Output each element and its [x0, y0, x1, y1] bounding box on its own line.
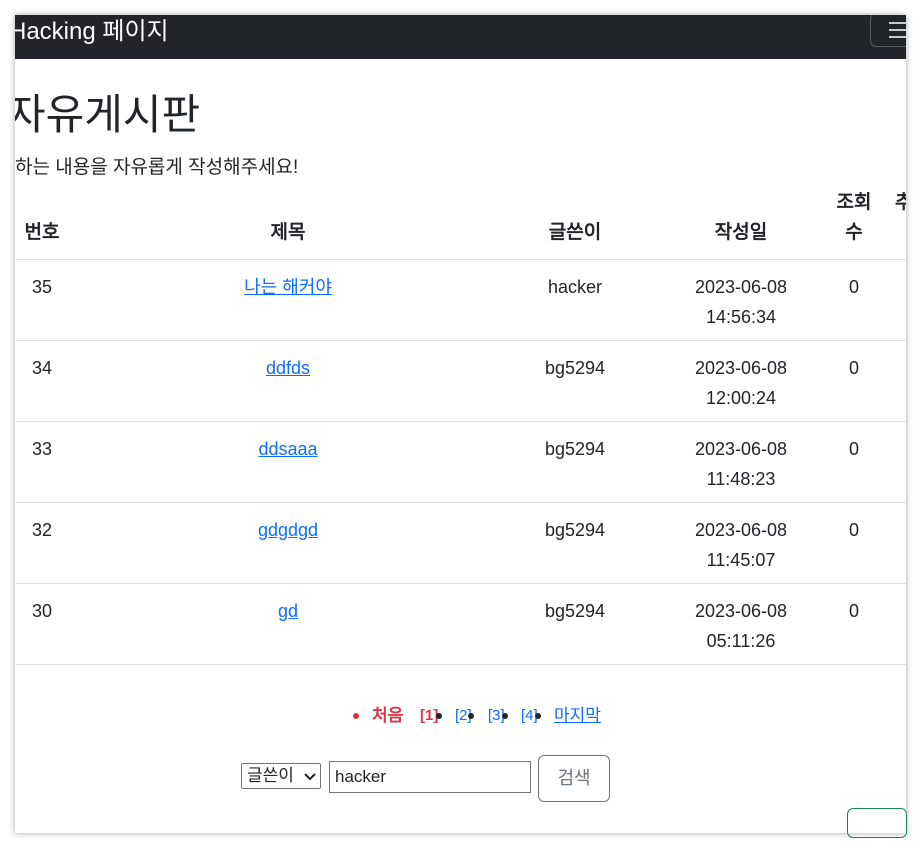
row-number: 35	[31, 277, 53, 297]
pagination-last[interactable]: 마지막	[554, 702, 601, 730]
navbar-brand[interactable]: Hacking 페이지	[15, 15, 169, 46]
row-date-day: 2023-06-08	[694, 358, 788, 378]
row-views: 0	[848, 520, 859, 540]
row-number: 32	[31, 520, 53, 540]
row-views: 0	[848, 439, 859, 459]
header-extra: 추	[895, 192, 906, 213]
header-title: 제목	[270, 222, 306, 243]
row-date: 2023-06-08 14:56:34	[661, 272, 821, 332]
row-title-cell: 나는 해커야	[188, 272, 388, 302]
search-button[interactable]: 검색	[538, 755, 610, 802]
row-date-time: 11:45:07	[706, 550, 776, 570]
row-date-day: 2023-06-08	[694, 520, 788, 540]
post-title-link[interactable]: gdgdgd	[258, 520, 318, 540]
header-author: 글쓴이	[548, 222, 602, 243]
menu-toggle-button[interactable]	[870, 15, 906, 47]
row-date: 2023-06-08 12:00:24	[661, 353, 821, 413]
row-date-time: 11:48:23	[706, 469, 776, 489]
search-field-select[interactable]: 글쓴이	[241, 763, 321, 789]
post-title-link[interactable]: gd	[278, 601, 298, 621]
partial-corner-button[interactable]	[847, 808, 907, 838]
bullet-icon	[353, 713, 359, 719]
row-title-cell: gd	[188, 596, 388, 626]
table-row: 35 나는 해커야 hacker 2023-06-08 14:56:34 0	[15, 260, 906, 341]
navbar: Hacking 페이지	[15, 15, 906, 59]
row-views: 0	[848, 358, 859, 378]
table-row: 34 ddfds bg5294 2023-06-08 12:00:24 0	[15, 341, 906, 422]
row-date-day: 2023-06-08	[694, 277, 788, 297]
row-date: 2023-06-08 11:45:07	[661, 515, 821, 575]
bullet-icon	[436, 713, 442, 719]
row-date: 2023-06-08 05:11:26	[661, 596, 821, 656]
header-views: 조회 수	[824, 188, 884, 248]
row-views: 0	[848, 601, 859, 621]
row-number: 34	[31, 358, 53, 378]
row-number: 33	[31, 439, 53, 459]
browser-viewport: Hacking 페이지 자유게시판 하는 내용을 자유롭게 작성해주세요! 번호…	[15, 15, 906, 833]
row-author: bg5294	[544, 601, 606, 621]
bullet-icon	[468, 713, 474, 719]
row-date: 2023-06-08 11:48:23	[661, 434, 821, 494]
table-row: 32 gdgdgd bg5294 2023-06-08 11:45:07 0	[15, 503, 906, 584]
row-date-time: 05:11:26	[706, 631, 776, 651]
header-date: 작성일	[714, 222, 768, 243]
pagination-first[interactable]: 처음	[372, 702, 403, 730]
bullet-icon	[502, 713, 508, 719]
page-title: 자유게시판	[15, 91, 201, 138]
search-field-selected: 글쓴이	[247, 766, 294, 785]
post-title-link[interactable]: ddfds	[266, 358, 310, 378]
row-date-day: 2023-06-08	[694, 601, 788, 621]
header-number: 번호	[24, 222, 60, 243]
header-views-line1: 조회	[836, 192, 872, 213]
row-author: bg5294	[544, 358, 606, 378]
post-title-link[interactable]: ddsaaa	[258, 439, 317, 459]
chevron-down-icon	[304, 773, 316, 781]
row-author: hacker	[547, 277, 603, 297]
page-description: 하는 내용을 자유롭게 작성해주세요!	[15, 157, 299, 178]
table-row: 30 gd bg5294 2023-06-08 05:11:26 0	[15, 584, 906, 665]
row-views: 0	[848, 277, 859, 297]
row-title-cell: ddfds	[188, 353, 388, 383]
post-title-link[interactable]: 나는 해커야	[244, 277, 332, 297]
header-views-line2: 수	[845, 222, 863, 243]
search-input[interactable]	[329, 761, 531, 793]
row-date-time: 12:00:24	[705, 388, 777, 408]
row-author: bg5294	[544, 520, 606, 540]
row-date-time: 14:56:34	[705, 307, 777, 327]
row-title-cell: gdgdgd	[188, 515, 388, 545]
row-title-cell: ddsaaa	[188, 434, 388, 464]
row-number: 30	[31, 601, 53, 621]
bullet-icon	[535, 713, 541, 719]
row-author: bg5294	[544, 439, 606, 459]
row-date-day: 2023-06-08	[694, 439, 788, 459]
table-row: 33 ddsaaa bg5294 2023-06-08 11:48:23 0	[15, 422, 906, 503]
